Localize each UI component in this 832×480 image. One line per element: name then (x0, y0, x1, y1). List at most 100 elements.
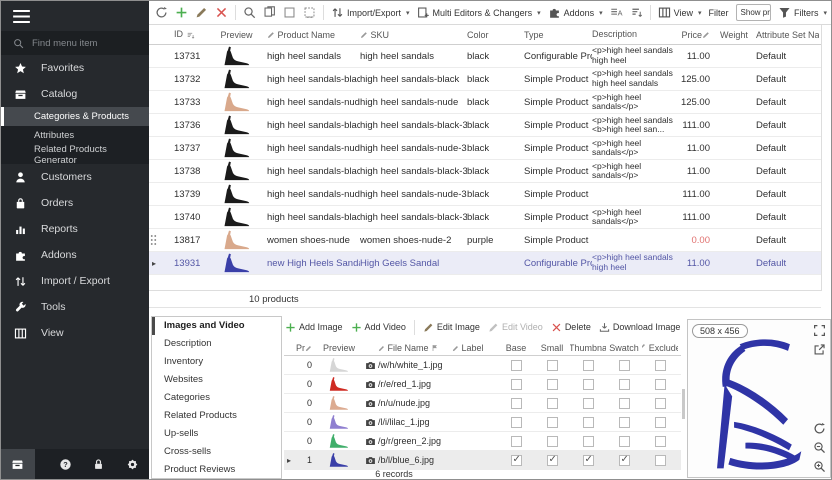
rotate-icon[interactable] (813, 422, 826, 435)
sidebar-item-customers[interactable]: Customers (1, 164, 149, 190)
exclude-checkbox[interactable] (655, 360, 666, 371)
column-header-small[interactable]: Small (534, 343, 570, 353)
exclude-checkbox[interactable] (655, 398, 666, 409)
image-row[interactable]: 0 /w/h/white_1.jpg (284, 356, 681, 375)
detail-tab[interactable]: Cross-sells (152, 442, 281, 460)
exclude-checkbox[interactable] (655, 379, 666, 390)
column-header-description[interactable]: Description (592, 30, 678, 40)
small-checkbox[interactable] (547, 417, 558, 428)
grid-scrollbar[interactable] (821, 25, 822, 291)
row-height-button[interactable] (630, 6, 643, 19)
table-row[interactable]: ▸ 13931 new High Heels Sandals High Geel… (149, 252, 821, 275)
search-products-button[interactable] (243, 6, 256, 19)
row-expander[interactable]: ▸ (149, 259, 159, 268)
sidebar-item-attributes[interactable]: Attributes (1, 126, 149, 145)
view-menu[interactable]: View▾ (658, 6, 702, 19)
detail-tab[interactable]: Categories (152, 389, 281, 407)
thumbnail-checkbox[interactable] (583, 360, 594, 371)
images-table-scrollbar[interactable] (682, 389, 685, 419)
table-row[interactable]: 13737 high heel sandals-nude-36 high hee… (149, 137, 821, 160)
table-row[interactable]: 13739 high heel sandals-nude-37 high hee… (149, 183, 821, 206)
delete-product-button[interactable] (215, 6, 228, 19)
zoom-in-icon[interactable] (813, 460, 826, 473)
column-header-preview[interactable]: Preview (209, 30, 267, 40)
column-header-thumbnail[interactable]: Thumbna (570, 343, 606, 353)
sidebar-item-favorites[interactable]: Favorites (1, 55, 149, 81)
exclude-checkbox[interactable] (655, 436, 666, 447)
column-header-swatch[interactable]: Swatch (606, 343, 642, 353)
sidebar-item-catalog[interactable]: Catalog (1, 81, 149, 107)
swatch-checkbox[interactable] (619, 379, 630, 390)
column-header-weight[interactable]: Weight (720, 30, 756, 40)
row-expander[interactable]: ▸ (284, 456, 294, 465)
column-header-file-name[interactable]: File Name (378, 343, 452, 353)
multi-select-button[interactable] (303, 6, 316, 19)
thumbnail-checkbox[interactable] (583, 436, 594, 447)
refresh-button[interactable] (155, 6, 168, 19)
column-header-exclude[interactable]: Exclude (642, 343, 678, 353)
table-row[interactable]: 13732 high heel sandals-black high heel … (149, 68, 821, 91)
table-row[interactable]: 13817 women shoes-nude women shoes-nude-… (149, 229, 821, 252)
column-header-priority[interactable]: Pr (294, 343, 316, 353)
table-row[interactable]: 13740 high heel sandals-black-38 high he… (149, 206, 821, 229)
thumbnail-checkbox[interactable] (583, 455, 594, 466)
small-checkbox[interactable] (547, 379, 558, 390)
sidebar-item-addons[interactable]: Addons (1, 242, 149, 268)
add-image-button[interactable]: Add Image (285, 322, 343, 333)
exclude-checkbox[interactable] (655, 417, 666, 428)
settings-button[interactable] (116, 449, 150, 479)
edit-image-button[interactable]: Edit Image (423, 322, 480, 333)
small-checkbox[interactable] (547, 398, 558, 409)
sidebar-item-import-export[interactable]: Import / Export (1, 268, 149, 294)
image-row[interactable]: 0 /l/i/lilac_1.jpg (284, 413, 681, 432)
filter-select[interactable]: Show products from selected categories ▾ (736, 4, 771, 21)
swatch-checkbox[interactable] (619, 360, 630, 371)
thumbnail-checkbox[interactable] (583, 398, 594, 409)
grid-resize-grip[interactable] (150, 234, 157, 246)
small-checkbox[interactable] (547, 436, 558, 447)
edit-video-button[interactable]: Edit Video (488, 322, 543, 333)
column-header-id[interactable]: ID (159, 29, 209, 39)
open-external-icon[interactable] (813, 343, 826, 356)
sidebar-item-orders[interactable]: Orders (1, 190, 149, 216)
image-row[interactable]: 0 /g/r/green_2.jpg (284, 432, 681, 451)
swatch-checkbox[interactable] (619, 455, 630, 466)
addons-menu[interactable]: Addons▾ (548, 6, 603, 19)
detail-tab[interactable]: Images and Video (152, 317, 281, 335)
copy-button[interactable] (263, 6, 276, 19)
table-row[interactable]: 13733 high heel sandals-nude high heel s… (149, 91, 821, 114)
detail-tab[interactable]: Websites (152, 371, 281, 389)
image-row[interactable]: 0 /r/e/red_1.jpg (284, 375, 681, 394)
exclude-checkbox[interactable] (655, 455, 666, 466)
help-button[interactable] (49, 449, 83, 479)
sidebar-item-categories-products[interactable]: Categories & Products (1, 107, 149, 126)
thumbnail-checkbox[interactable] (583, 379, 594, 390)
zoom-out-icon[interactable] (813, 441, 826, 454)
small-checkbox[interactable] (547, 455, 558, 466)
detail-tab[interactable]: Product Reviews (152, 460, 281, 478)
image-row[interactable]: ▸ 1 /b/l/blue_6.jpg (284, 451, 681, 470)
download-image-button[interactable]: Download Image (599, 322, 681, 333)
add-video-button[interactable]: Add Video (351, 322, 406, 333)
image-row[interactable]: 0 /n/u/nude.jpg (284, 394, 681, 413)
detail-tab[interactable]: Up-sells (152, 424, 281, 442)
column-header-attribute-set[interactable]: Attribute Set Name (756, 30, 819, 40)
edit-product-button[interactable] (195, 6, 208, 19)
column-header-label[interactable]: Label (452, 343, 498, 353)
sidebar-item-related-products-generator[interactable]: Related Products Generator (1, 145, 149, 164)
add-product-button[interactable] (175, 6, 188, 19)
delete-image-button[interactable]: Delete (551, 322, 591, 333)
thumbnail-checkbox[interactable] (583, 417, 594, 428)
column-header-type[interactable]: Type (524, 30, 592, 40)
base-checkbox[interactable] (511, 398, 522, 409)
table-row[interactable]: 13736 high heel sandals-black-36 high he… (149, 114, 821, 137)
base-checkbox[interactable] (511, 417, 522, 428)
checkbox-mode-button[interactable] (283, 6, 296, 19)
sidebar-item-view[interactable]: View (1, 320, 149, 346)
base-checkbox[interactable] (511, 436, 522, 447)
hamburger-menu-button[interactable] (1, 1, 149, 31)
detail-tab[interactable]: Description (152, 335, 281, 353)
detail-tab[interactable]: Related Products (152, 406, 281, 424)
column-header-base[interactable]: Base (498, 343, 534, 353)
menu-search-input[interactable] (32, 38, 132, 49)
